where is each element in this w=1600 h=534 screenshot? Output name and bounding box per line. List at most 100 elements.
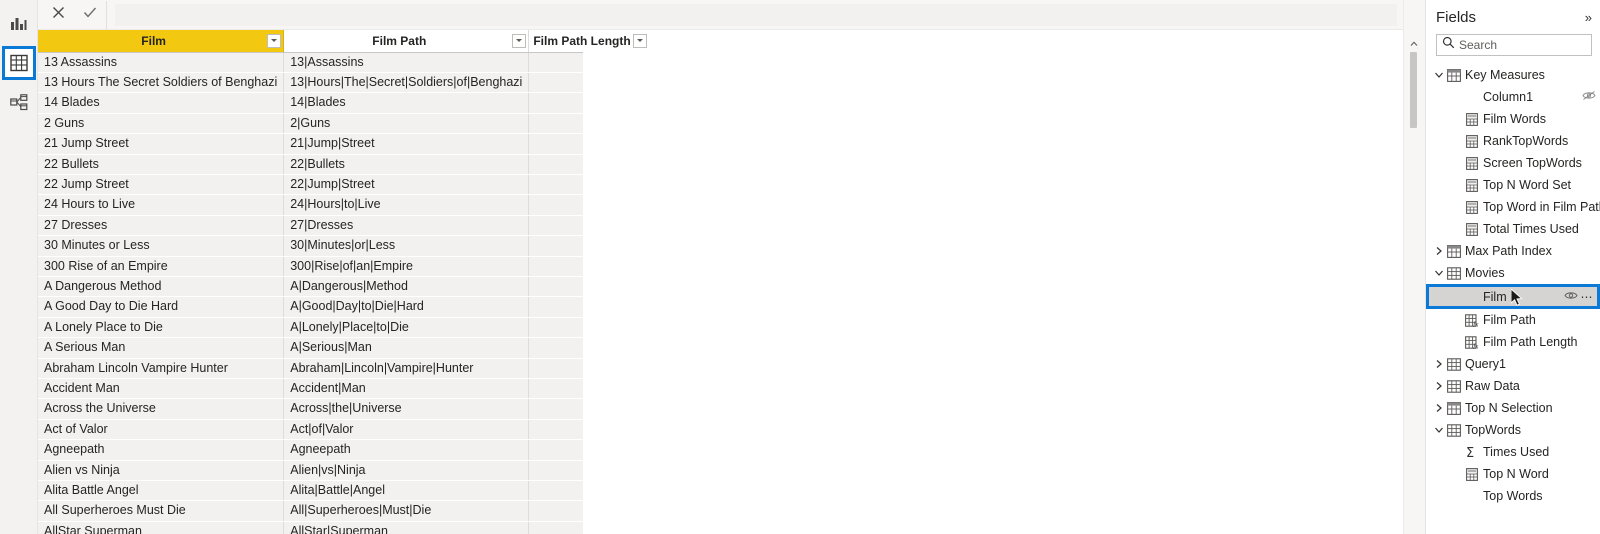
cell-film-path[interactable]: 24|Hours|to|Live [283, 194, 530, 216]
cell-film-path-length[interactable]: 3 [528, 133, 650, 155]
cell-film[interactable]: A Dangerous Method [38, 276, 285, 298]
cell-film-path-length[interactable]: 7 [528, 72, 650, 94]
hide-field-eye-icon[interactable] [1563, 290, 1578, 304]
cell-film-path-length[interactable]: 3 [528, 398, 650, 420]
cell-film-path[interactable]: Across|the|Universe [283, 398, 530, 420]
column-filter-button-film[interactable] [267, 33, 282, 48]
cell-film[interactable]: A Serious Man [38, 337, 285, 359]
table-row[interactable]: 24 Hours to Live 24|Hours|to|Live 4 [38, 194, 650, 216]
cell-film-path[interactable]: 30|Minutes|or|Less [283, 235, 530, 257]
cell-film[interactable]: Alita Battle Angel [38, 480, 285, 502]
table-row[interactable]: 30 Minutes or Less 30|Minutes|or|Less 4 [38, 235, 650, 257]
table-row[interactable]: Accident Man Accident|Man 2 [38, 378, 650, 400]
cell-film[interactable]: 13 Assassins [38, 52, 285, 73]
cell-film-path-length[interactable]: 2 [528, 113, 650, 135]
field-tree-item-total-times-used[interactable]: Total Times Used [1426, 218, 1600, 240]
chevron-down-icon[interactable] [1432, 70, 1446, 80]
cell-film-path-length[interactable]: 3 [528, 337, 650, 359]
cell-film-path[interactable]: 27|Dresses [283, 215, 530, 237]
table-row[interactable]: A Good Day to Die Hard A|Good|Day|to|Die|… [38, 296, 650, 318]
formula-input[interactable] [115, 3, 1397, 26]
cell-film-path[interactable]: 22|Bullets [283, 154, 530, 175]
field-tree-item-film-path-length[interactable]: fx Film Path Length [1426, 331, 1600, 353]
cell-film-path[interactable]: A|Serious|Man [283, 337, 530, 359]
cell-film[interactable]: 22 Jump Street [38, 174, 285, 196]
table-row[interactable]: A Dangerous Method A|Dangerous|Method 3 [38, 276, 650, 298]
fields-search-box[interactable] [1436, 34, 1600, 56]
field-tree-item-top-n-selection[interactable]: Top N Selection [1426, 397, 1600, 419]
model-view-button[interactable] [3, 86, 35, 118]
field-tree-item-film[interactable]: Film ⋯ [1426, 284, 1600, 309]
table-row[interactable]: A Lonely Place to Die A|Lonely|Place|to|D… [38, 317, 650, 339]
cell-film-path-length[interactable]: 2 [528, 92, 650, 114]
cell-film[interactable]: 21 Jump Street [38, 133, 285, 155]
cell-film-path[interactable]: 14|Blades [283, 92, 530, 114]
cell-film-path[interactable]: Abraham|Lincoln|Vampire|Hunter [283, 358, 530, 380]
cell-film-path-length[interactable]: 4 [528, 358, 650, 380]
cell-film[interactable]: Across the Universe [38, 398, 285, 420]
column-filter-button-film-path[interactable] [512, 33, 527, 48]
table-row[interactable]: Across the Universe Across|the|Universe 3 [38, 398, 650, 420]
cell-film-path-length[interactable]: 4 [528, 194, 650, 216]
cell-film-path[interactable]: 22|Jump|Street [283, 174, 530, 196]
cell-film[interactable]: 22 Bullets [38, 154, 285, 175]
cell-film-path-length[interactable]: 3 [528, 276, 650, 298]
cell-film-path[interactable]: A|Dangerous|Method [283, 276, 530, 298]
cell-film-path-length[interactable]: 3 [528, 419, 650, 441]
field-tree-item-top-word-in-film-path[interactable]: Top Word in Film Path [1426, 196, 1600, 218]
field-tree-item-top-n-word[interactable]: Top N Word [1426, 463, 1600, 485]
cell-film-path-length[interactable]: 3 [528, 480, 650, 502]
cell-film[interactable]: Accident Man [38, 378, 285, 400]
table-row[interactable]: All Superheroes Must Die All|Superheroes|… [38, 500, 650, 522]
table-row[interactable]: 300 Rise of an Empire 300|Rise|of|an|Empi… [38, 256, 650, 277]
column-header-film-path[interactable]: Film Path [283, 30, 530, 53]
field-tree-item-key-measures[interactable]: Key Measures [1426, 64, 1600, 86]
table-row[interactable]: Abraham Lincoln Vampire Hunter Abraham|Li… [38, 358, 650, 380]
table-row[interactable]: Agneepath Agneepath 1 [38, 439, 650, 461]
field-tree-item-film-path[interactable]: fx Film Path [1426, 309, 1600, 331]
cell-film-path-length[interactable]: 2 [528, 154, 650, 175]
cell-film[interactable]: Agneepath [38, 439, 285, 461]
table-row[interactable]: A Serious Man A|Serious|Man 3 [38, 337, 650, 359]
data-view-button[interactable] [1, 46, 36, 80]
cell-film-path[interactable]: All|Superheroes|Must|Die [283, 500, 530, 522]
cell-film-path[interactable]: 2|Guns [283, 113, 530, 135]
table-row[interactable]: Act of Valor Act|of|Valor 3 [38, 419, 650, 441]
table-row[interactable]: 14 Blades 14|Blades 2 [38, 92, 650, 114]
field-tree-item-top-n-word-set[interactable]: Top N Word Set [1426, 174, 1600, 196]
cell-film[interactable]: 30 Minutes or Less [38, 235, 285, 257]
cell-film-path[interactable]: Alien|vs|Ninja [283, 460, 530, 482]
table-row[interactable]: AllStar Superman AllStar|Superman 2 [38, 521, 650, 534]
cell-film[interactable]: Alien vs Ninja [38, 460, 285, 482]
cell-film[interactable]: Abraham Lincoln Vampire Hunter [38, 358, 285, 380]
cell-film-path[interactable]: AllStar|Superman [283, 521, 530, 534]
cell-film-path-length[interactable]: 2 [528, 215, 650, 237]
cell-film-path[interactable]: 13|Hours|The|Secret|Soldiers|of|Benghazi [283, 72, 530, 94]
field-tree-item-film-words[interactable]: Film Words [1426, 108, 1600, 130]
collapse-pane-icon[interactable]: » [1585, 10, 1592, 25]
more-options-icon[interactable]: ⋯ [1581, 290, 1594, 304]
chevron-down-icon[interactable] [1432, 425, 1446, 435]
table-row[interactable]: 2 Guns 2|Guns 2 [38, 113, 650, 135]
table-row[interactable]: Alien vs Ninja Alien|vs|Ninja 3 [38, 460, 650, 482]
cell-film[interactable]: 14 Blades [38, 92, 285, 114]
table-row[interactable]: 27 Dresses 27|Dresses 2 [38, 215, 650, 237]
field-tree-item-screen-topwords[interactable]: Screen TopWords [1426, 152, 1600, 174]
cell-film-path[interactable]: A|Lonely|Place|to|Die [283, 317, 530, 339]
chevron-down-icon[interactable] [1432, 268, 1446, 278]
cell-film-path-length[interactable]: 2 [528, 521, 650, 534]
table-row[interactable]: 22 Bullets 22|Bullets 2 [38, 154, 650, 175]
cell-film-path-length[interactable]: 2 [528, 378, 650, 400]
hidden-eye-icon[interactable] [1582, 90, 1596, 104]
table-row[interactable]: 22 Jump Street 22|Jump|Street 3 [38, 174, 650, 196]
cell-film-path[interactable]: Alita|Battle|Angel [283, 480, 530, 502]
field-tree-item-top-words[interactable]: Top Words [1426, 485, 1600, 507]
cell-film-path-length[interactable]: 3 [528, 174, 650, 196]
cell-film-path[interactable]: Act|of|Valor [283, 419, 530, 441]
cell-film-path-length[interactable]: 3 [528, 460, 650, 482]
cell-film[interactable]: 13 Hours The Secret Soldiers of Benghazi [38, 72, 285, 94]
canvas-vertical-scrollbar[interactable] [1410, 52, 1417, 128]
cell-film-path[interactable]: Agneepath [283, 439, 530, 461]
table-row[interactable]: 13 Assassins 13|Assassins 2 [38, 52, 650, 73]
formula-cancel-button[interactable] [42, 1, 74, 29]
